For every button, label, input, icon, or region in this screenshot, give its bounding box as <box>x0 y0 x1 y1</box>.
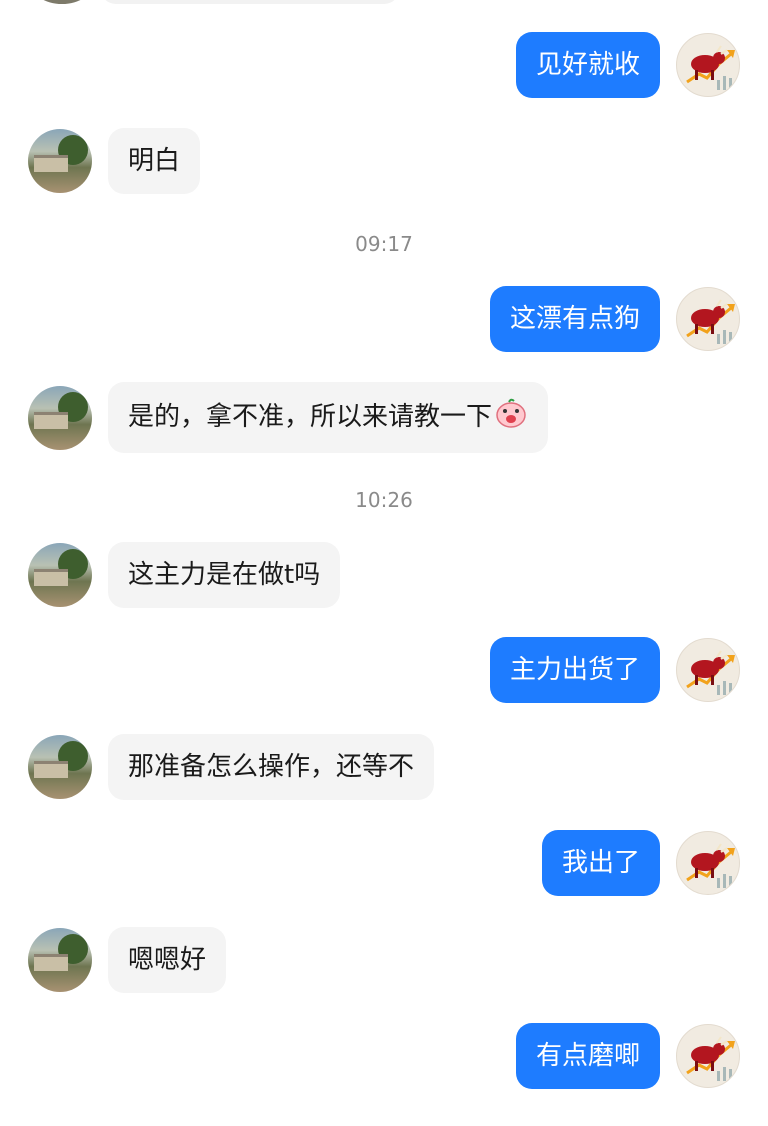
message-row: 明白 <box>28 128 201 194</box>
message-bubble[interactable]: 嗯嗯好 <box>108 927 227 993</box>
message-bubble-partial[interactable] <box>100 0 400 4</box>
message-bubble[interactable]: 有点磨唧 <box>515 1023 660 1089</box>
message-row: 是的，拿不准，所以来请教一下 <box>28 382 549 453</box>
avatar[interactable] <box>28 735 92 799</box>
avatar[interactable] <box>30 0 94 4</box>
bull-stock-chart-icon[interactable] <box>676 287 740 351</box>
bull-stock-chart-icon[interactable] <box>676 831 740 895</box>
piglet-shocked-icon <box>494 398 528 437</box>
avatar[interactable] <box>28 129 92 193</box>
message-row: 这漂有点狗 <box>489 286 740 352</box>
message-row: 有点磨唧 <box>515 1023 740 1089</box>
avatar[interactable] <box>28 928 92 992</box>
message-row: 我出了 <box>541 830 740 896</box>
message-bubble[interactable]: 这漂有点狗 <box>489 286 660 352</box>
message-bubble[interactable]: 见好就收 <box>515 32 660 98</box>
message-bubble[interactable]: 主力出货了 <box>489 637 660 703</box>
message-bubble[interactable]: 是的，拿不准，所以来请教一下 <box>108 382 549 453</box>
message-row: 嗯嗯好 <box>28 927 227 993</box>
avatar[interactable] <box>28 543 92 607</box>
bull-stock-chart-icon[interactable] <box>676 33 740 97</box>
chat-thread[interactable]: 见好就收 明白 09:17 这漂有点狗 是的，拿不准，所以来请教一下 10:26… <box>0 0 768 1126</box>
message-bubble[interactable]: 我出了 <box>541 830 660 896</box>
message-bubble[interactable]: 明白 <box>108 128 201 194</box>
message-row: 主力出货了 <box>489 637 740 703</box>
bull-stock-chart-icon[interactable] <box>676 1024 740 1088</box>
message-row: 这主力是在做t吗 <box>28 542 341 608</box>
message-text: 是的，拿不准，所以来请教一下 <box>128 402 493 432</box>
message-bubble[interactable]: 那准备怎么操作，还等不 <box>108 734 435 800</box>
message-row: 那准备怎么操作，还等不 <box>28 734 435 800</box>
timestamp: 09:17 <box>355 232 413 256</box>
message-bubble[interactable]: 这主力是在做t吗 <box>108 542 341 608</box>
timestamp: 10:26 <box>355 488 413 512</box>
message-row: 见好就收 <box>515 32 740 98</box>
bull-stock-chart-icon[interactable] <box>676 638 740 702</box>
avatar[interactable] <box>28 385 92 450</box>
